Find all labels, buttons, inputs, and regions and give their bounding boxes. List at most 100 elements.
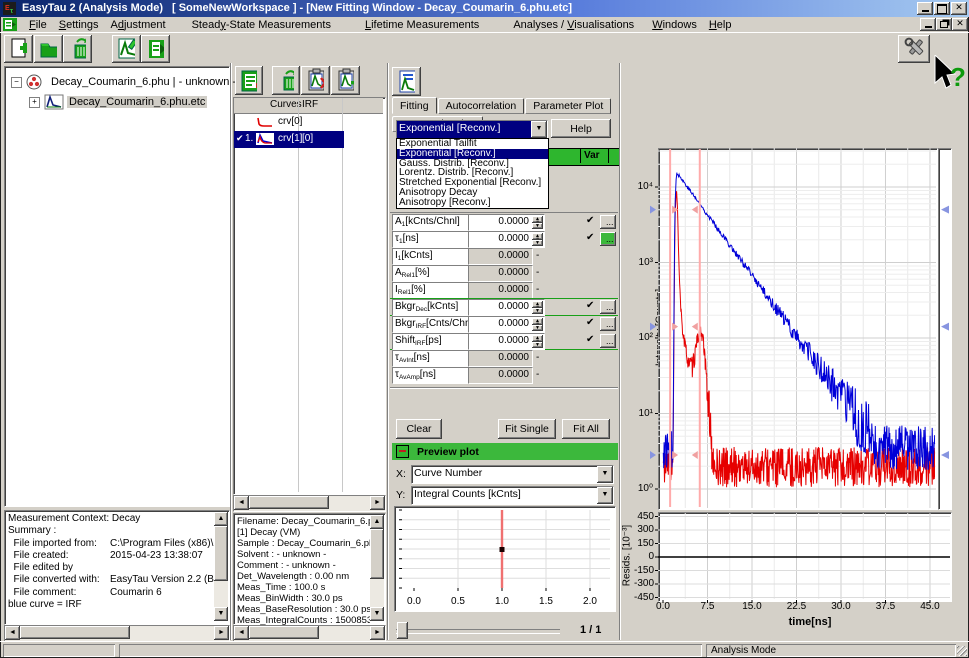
- menu-steady-state-measurements[interactable]: Steady-State Measurements: [186, 19, 337, 31]
- param-error: -: [536, 267, 539, 278]
- curves-hscrollbar[interactable]: ◄ ►: [233, 495, 386, 512]
- y-axis-select[interactable]: Integral Counts [kCnts] ▼: [411, 486, 614, 505]
- param-vary-checkbox[interactable]: ✔: [586, 232, 594, 243]
- mdi-child-icon[interactable]: [3, 18, 17, 31]
- param-more-button[interactable]: ...: [600, 232, 616, 246]
- resize-grip[interactable]: [957, 646, 967, 656]
- param-value-input[interactable]: 0.0000▲▼: [468, 333, 545, 350]
- curve-slider-thumb[interactable]: [397, 622, 408, 639]
- model-option[interactable]: Anisotropy [Reconv.]: [397, 198, 548, 208]
- status-section-1: [3, 644, 115, 657]
- context-vscrollbar[interactable]: ▲ ▼: [214, 512, 228, 621]
- context-hscrollbar[interactable]: ◄ ►: [4, 625, 230, 642]
- add-to-clipboard-button[interactable]: [331, 66, 360, 95]
- param-value-input[interactable]: 0.0000▲▼: [468, 214, 545, 231]
- model-select[interactable]: Exponential [Reconv.] ▼: [396, 120, 548, 139]
- open-workspace-button[interactable]: [34, 35, 63, 63]
- param-label: A1[kCnts/Chnl]: [392, 214, 469, 231]
- main-plot[interactable]: [658, 148, 938, 510]
- menu-help[interactable]: Help: [703, 19, 738, 31]
- title-bar[interactable]: E τ EasyTau 2 (Analysis Mode) [ SomeNewW…: [0, 0, 969, 17]
- tree-item-label[interactable]: Decay_Coumarin_6.phu.etc: [67, 96, 207, 108]
- tree-item[interactable]: + Decay_Coumarin_6.phu.etc: [29, 93, 253, 113]
- param-error: -: [536, 284, 539, 295]
- mdi-close-button[interactable]: ✕: [952, 18, 968, 31]
- resid-y-tick: -300: [626, 578, 654, 589]
- menu-settings[interactable]: Settings: [53, 19, 105, 31]
- param-more-button[interactable]: ...: [600, 317, 616, 331]
- curves-column-header[interactable]: Curves: [270, 99, 302, 110]
- minus-expander-icon[interactable]: −: [11, 77, 22, 88]
- menu-lifetime-measurements[interactable]: Lifetime Measurements: [359, 19, 485, 31]
- param-row: ShiftIRF[ps]0.0000▲▼-✔...: [390, 333, 618, 350]
- tab-autocorrelation[interactable]: Autocorrelation: [438, 98, 525, 114]
- fit-all-button[interactable]: Fit All: [562, 419, 610, 439]
- param-value-input[interactable]: 0.0000▲▼: [468, 316, 545, 333]
- chevron-down-icon[interactable]: ▼: [597, 466, 613, 483]
- curve-row[interactable]: crv[0]: [234, 114, 387, 131]
- measurement-context-panel: Measurement Context: DecaySummary : File…: [4, 510, 230, 625]
- report-button[interactable]: [392, 67, 421, 96]
- cursor-handle-track[interactable]: [938, 148, 952, 510]
- menu-bar: FileSettingsAdjustment Steady-State Measu…: [0, 17, 969, 32]
- menu-adjustment[interactable]: Adjustment: [105, 19, 172, 31]
- param-value: 0.0000: [468, 367, 533, 384]
- irf-column-header[interactable]: IRF: [302, 99, 318, 110]
- fileinfo-vscrollbar[interactable]: ▲ ▼: [370, 515, 384, 621]
- menu-windows[interactable]: Windows: [646, 19, 703, 31]
- save-report-button[interactable]: [235, 66, 263, 95]
- preview-x-tick: 0.0: [402, 596, 426, 607]
- help-button[interactable]: Help: [551, 119, 611, 138]
- tab-fitting[interactable]: Fitting: [392, 97, 437, 114]
- close-button[interactable]: ✕: [951, 2, 967, 15]
- mdi-restore-button[interactable]: [936, 18, 952, 31]
- param-value: 0.0000: [468, 248, 533, 265]
- x-axis-select[interactable]: Curve Number ▼: [411, 465, 614, 484]
- menu-file[interactable]: File: [23, 19, 53, 31]
- cursor-handle[interactable]: [650, 451, 656, 459]
- new-file-button[interactable]: [4, 35, 33, 63]
- param-vary-checkbox[interactable]: ✔: [586, 215, 594, 226]
- cursor-handle[interactable]: [650, 206, 656, 214]
- chevron-down-icon[interactable]: ▼: [597, 487, 613, 504]
- menu-analyses-visualisations[interactable]: Analyses / Visualisations: [507, 19, 640, 31]
- tools-button[interactable]: [898, 35, 930, 63]
- remove-from-clipboard-button[interactable]: [301, 66, 330, 95]
- fit-single-button[interactable]: Fit Single: [498, 419, 556, 439]
- maximize-button[interactable]: [934, 2, 950, 15]
- status-bar: Analysis Mode: [0, 641, 969, 658]
- param-value-input[interactable]: 0.0000▲▼: [468, 231, 545, 248]
- plus-expander-icon[interactable]: +: [29, 97, 40, 108]
- delete-curve-button[interactable]: [272, 66, 300, 95]
- param-vary-checkbox[interactable]: ✔: [586, 334, 594, 345]
- param-vary-checkbox[interactable]: ✔: [586, 300, 594, 311]
- apply-button[interactable]: [141, 35, 170, 63]
- param-more-button[interactable]: ...: [600, 334, 616, 348]
- fileinfo-hscrollbar[interactable]: ◄ ►: [233, 625, 386, 642]
- x-axis-value: Curve Number: [412, 466, 597, 483]
- tree-item[interactable]: − Decay_Coumarin_6.phu | - unknown -: [11, 73, 235, 93]
- delete-button[interactable]: [63, 35, 92, 63]
- param-row: IRel1[%]0.0000-: [390, 282, 618, 299]
- minimize-button[interactable]: [917, 2, 933, 15]
- resid-y-tick: 450: [626, 511, 654, 522]
- clear-button[interactable]: Clear: [396, 419, 442, 439]
- save-report-icon: [241, 70, 257, 92]
- trash-icon: [278, 69, 294, 93]
- help-cursor-icon: ?: [933, 55, 967, 95]
- tab-parameter-plot[interactable]: Parameter Plot: [525, 98, 611, 114]
- time-tick: 7.5: [693, 601, 721, 612]
- curve-row[interactable]: ✔1.crv[1][0]: [234, 131, 344, 148]
- param-more-button[interactable]: ...: [600, 215, 616, 229]
- tree-item-label[interactable]: Decay_Coumarin_6.phu | - unknown -: [49, 76, 238, 88]
- curve-slider-track[interactable]: [396, 629, 560, 634]
- residuals-plot[interactable]: [658, 512, 952, 602]
- edit-curve-button[interactable]: [112, 35, 141, 63]
- param-value-input[interactable]: 0.0000▲▼: [468, 299, 545, 316]
- mdi-minimize-button[interactable]: [920, 18, 936, 31]
- param-vary-checkbox[interactable]: ✔: [586, 317, 594, 328]
- param-label: τAvInt[ns]: [392, 350, 469, 367]
- collapse-icon[interactable]: [396, 445, 409, 458]
- param-more-button[interactable]: ...: [600, 300, 616, 314]
- chevron-down-icon[interactable]: ▼: [531, 121, 547, 138]
